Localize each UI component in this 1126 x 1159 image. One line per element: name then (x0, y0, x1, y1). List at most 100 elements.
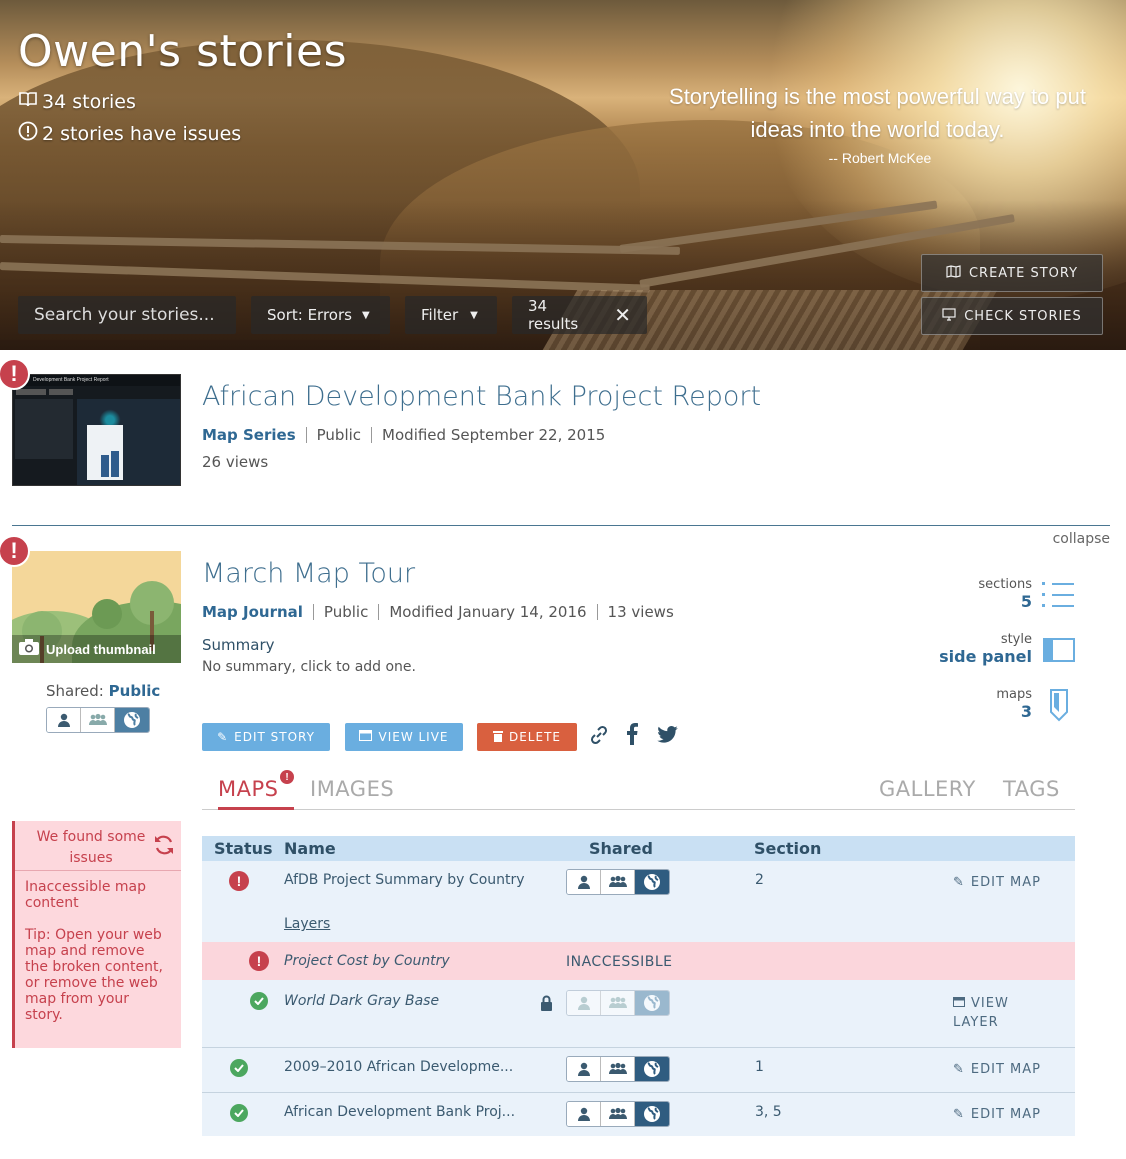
issues-message: Inaccessible map content (25, 879, 147, 911)
private-share-icon[interactable] (567, 1102, 601, 1126)
quote-author: -- Robert McKee (828, 150, 932, 166)
story-divider (12, 525, 1110, 526)
sections-stat: sections 5 (940, 577, 1032, 611)
story-views: 13 views (607, 603, 674, 621)
layer-name: World Dark Gray Base (284, 993, 440, 1009)
header-name: Name (284, 839, 336, 858)
private-share-icon[interactable] (567, 870, 601, 894)
pencil-icon: ✎ (953, 875, 965, 890)
side-panel-icon (1043, 638, 1075, 662)
story-access: Public (316, 426, 362, 444)
private-share-icon (567, 991, 601, 1015)
tab-images[interactable]: IMAGES (310, 777, 394, 801)
group-share-icon[interactable] (601, 1102, 635, 1126)
map-sharing-toggle[interactable] (566, 1101, 670, 1127)
public-share-icon[interactable] (635, 870, 669, 894)
filter-dropdown[interactable]: Filter ▼ (405, 296, 497, 334)
map-sharing-toggle[interactable] (566, 1056, 670, 1082)
sharing-toggle[interactable] (46, 707, 150, 733)
header-status: Status (214, 839, 273, 858)
edit-map-button[interactable]: ✎ EDIT MAP (953, 1062, 1041, 1077)
map-name[interactable]: African Development Bank Proj... (284, 1104, 515, 1120)
edit-story-button[interactable]: ✎ EDIT STORY (202, 723, 330, 751)
maps-stat: maps 3 (960, 687, 1032, 721)
results-label: 34 results (528, 297, 579, 333)
group-share-icon[interactable] (601, 870, 635, 894)
public-share-icon[interactable] (115, 708, 149, 732)
refresh-icon[interactable] (152, 834, 176, 861)
map-sharing-toggle[interactable] (566, 869, 670, 895)
upload-thumbnail-label: Upload thumbnail (46, 641, 156, 657)
pencil-icon: ✎ (953, 1107, 965, 1122)
shared-value: Public (108, 682, 161, 700)
ok-status-icon (250, 992, 268, 1010)
caret-down-icon: ▼ (470, 309, 478, 321)
edit-map-label: EDIT MAP (970, 875, 1041, 890)
check-stories-button[interactable]: CHECK STORIES (921, 297, 1103, 335)
issues-count-text: 2 stories have issues (42, 122, 242, 145)
upload-thumbnail-button[interactable]: Upload thumbnail (12, 635, 181, 663)
book-icon (18, 90, 38, 113)
row-divider (202, 1047, 1075, 1048)
story-type: Map Series (202, 426, 296, 444)
story-thumbnail[interactable]: Upload thumbnail (12, 551, 181, 663)
issues-body: Inaccessible map content Tip: Open your … (15, 871, 181, 1031)
clear-results-icon[interactable]: ✕ (614, 303, 631, 327)
quote-text: Storytelling is the most powerful way to… (669, 84, 1086, 142)
sort-dropdown[interactable]: Sort: Errors ▼ (251, 296, 390, 334)
search-input[interactable]: Search your stories... (18, 296, 236, 334)
maps-label: maps (996, 687, 1032, 702)
trash-icon (492, 730, 503, 745)
story-title[interactable]: African Development Bank Project Report (202, 381, 761, 412)
view-layer-button[interactable]: VIEW LAYER (953, 996, 1009, 1030)
layer-sharing-toggle (566, 990, 670, 1016)
caret-down-icon: ▼ (361, 309, 370, 321)
story-modified: Modified September 22, 2015 (382, 426, 606, 444)
tab-gallery[interactable]: GALLERY (879, 777, 976, 801)
create-story-button[interactable]: CREATE STORY (921, 254, 1103, 292)
summary-text[interactable]: No summary, click to add one. (202, 659, 416, 675)
private-share-icon[interactable] (47, 708, 81, 732)
edit-map-label: EDIT MAP (970, 1062, 1041, 1077)
error-status-icon: ! (229, 871, 249, 891)
story-type: Map Journal (202, 603, 303, 621)
edit-map-button[interactable]: ✎ EDIT MAP (953, 875, 1041, 890)
view-live-button[interactable]: VIEW LIVE (345, 723, 463, 751)
group-share-icon[interactable] (601, 1057, 635, 1081)
map-book-icon (946, 264, 961, 282)
map-pin-icon (1049, 688, 1069, 727)
error-status-icon: ! (249, 951, 269, 971)
twitter-icon[interactable] (657, 726, 678, 748)
search-placeholder: Search your stories... (34, 305, 215, 325)
map-section: 2 (755, 872, 764, 888)
story-title[interactable]: March Map Tour (202, 558, 415, 589)
link-icon[interactable] (589, 725, 609, 750)
sections-value: 5 (1020, 592, 1032, 611)
story-modified: Modified January 14, 2016 (389, 603, 587, 621)
inaccessible-label: INACCESSIBLE (566, 954, 673, 970)
layers-link[interactable]: Layers (284, 916, 330, 932)
public-share-icon[interactable] (635, 1102, 669, 1126)
story-access: Public (323, 603, 369, 621)
map-section: 3, 5 (755, 1104, 782, 1120)
sort-label: Sort: Errors (267, 306, 352, 324)
tab-tags[interactable]: TAGS (1003, 777, 1060, 801)
window-icon (359, 730, 373, 744)
layer-name: Project Cost by Country (284, 953, 450, 969)
delete-button[interactable]: DELETE (477, 723, 577, 751)
facebook-icon[interactable] (626, 723, 638, 750)
map-name[interactable]: 2009–2010 African Developme... (284, 1059, 513, 1075)
tab-divider (202, 809, 1075, 810)
public-share-icon[interactable] (635, 1057, 669, 1081)
edit-map-button[interactable]: ✎ EDIT MAP (953, 1107, 1041, 1122)
story-thumbnail[interactable]: Development Bank Project Report (12, 374, 181, 486)
story-meta: Map Series Public Modified September 22,… (202, 426, 605, 444)
delete-label: DELETE (508, 730, 561, 744)
private-share-icon[interactable] (567, 1057, 601, 1081)
group-share-icon (601, 991, 635, 1015)
collapse-link[interactable]: collapse (1053, 531, 1110, 547)
shared-label: Shared: (46, 682, 104, 700)
tab-maps[interactable]: MAPS (218, 777, 278, 801)
group-share-icon[interactable] (81, 708, 115, 732)
map-name[interactable]: AfDB Project Summary by Country (284, 872, 525, 888)
